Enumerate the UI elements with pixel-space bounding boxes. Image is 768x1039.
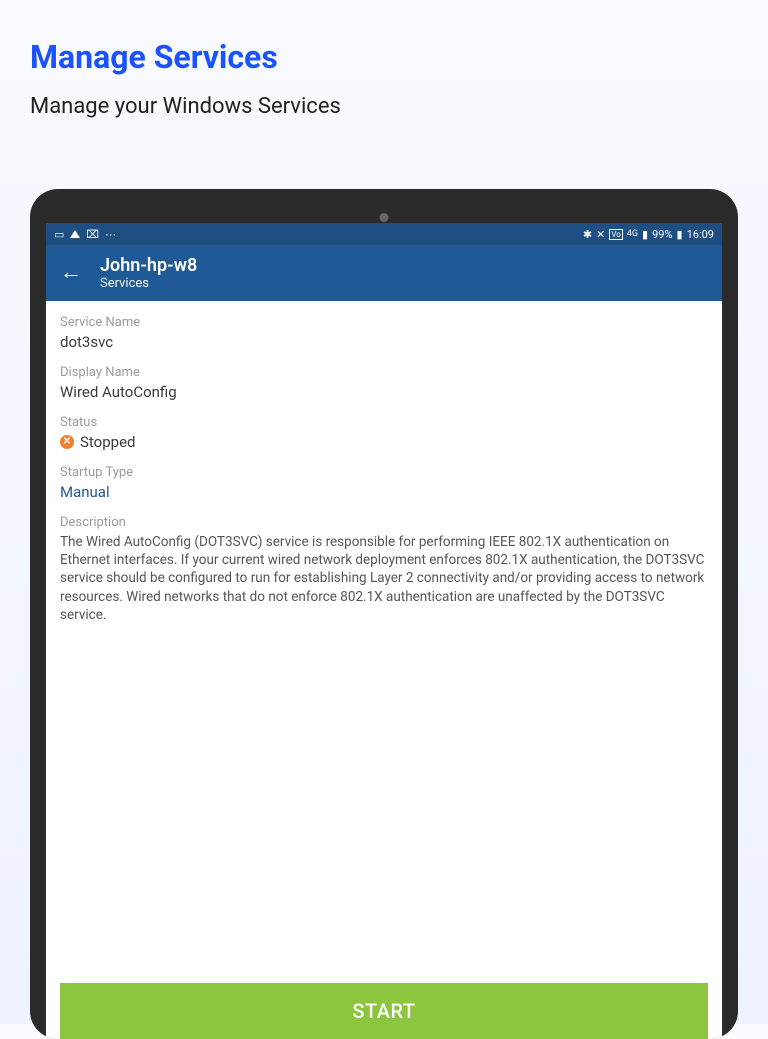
startup-type-value[interactable]: Manual (60, 483, 708, 501)
page-subtitle: Manage your Windows Services (30, 94, 738, 119)
volte-icon: Vo (609, 229, 622, 240)
field-description: Description The Wired AutoConfig (DOT3SV… (60, 515, 708, 624)
startup-type-label: Startup Type (60, 465, 708, 480)
field-service-name: Service Name dot3svc (60, 315, 708, 351)
app-bar-subtitle: Services (100, 276, 197, 291)
stopped-icon: ✕ (60, 435, 74, 449)
display-name-value: Wired AutoConfig (60, 383, 708, 401)
card-icon: ⌧ (86, 228, 99, 241)
description-label: Description (60, 515, 708, 530)
content-area: Service Name dot3svc Display Name Wired … (46, 301, 722, 1039)
field-status: Status ✕ Stopped (60, 415, 708, 451)
status-value: Stopped (80, 433, 135, 451)
service-name-label: Service Name (60, 315, 708, 330)
signal-4g-icon: 4G (627, 229, 638, 239)
clock-text: 16:09 (687, 228, 714, 241)
signal-bars-icon: ▮ (642, 228, 648, 241)
warning-icon (70, 230, 80, 238)
back-arrow-icon[interactable]: ← (60, 262, 82, 284)
status-label: Status (60, 415, 708, 430)
screen: ▭ ⌧ ⋯ ✱ ✕ Vo 4G ▮ 99% ▮ 16:09 ← John-hp-… (46, 223, 722, 1039)
display-name-label: Display Name (60, 365, 708, 380)
device-frame: ▭ ⌧ ⋯ ✱ ✕ Vo 4G ▮ 99% ▮ 16:09 ← John-hp-… (30, 189, 738, 1039)
status-right: ✱ ✕ Vo 4G ▮ 99% ▮ 16:09 (583, 228, 714, 241)
mute-icon: ✕ (596, 228, 605, 241)
status-left: ▭ ⌧ ⋯ (54, 228, 116, 241)
field-startup-type: Startup Type Manual (60, 465, 708, 501)
bluetooth-icon: ✱ (583, 228, 592, 241)
start-button[interactable]: START (60, 983, 708, 1039)
battery-icon: ▮ (677, 228, 683, 241)
battery-text: 99% (652, 228, 672, 241)
page-title: Manage Services (30, 38, 738, 76)
status-bar: ▭ ⌧ ⋯ ✱ ✕ Vo 4G ▮ 99% ▮ 16:09 (46, 223, 722, 245)
image-icon: ▭ (54, 228, 64, 241)
camera-dot (380, 213, 389, 222)
field-display-name: Display Name Wired AutoConfig (60, 365, 708, 401)
description-value: The Wired AutoConfig (DOT3SVC) service i… (60, 533, 708, 624)
service-name-value: dot3svc (60, 333, 708, 351)
more-icon: ⋯ (105, 228, 116, 241)
app-bar-title: John-hp-w8 (100, 255, 197, 276)
app-bar: ← John-hp-w8 Services (46, 245, 722, 301)
